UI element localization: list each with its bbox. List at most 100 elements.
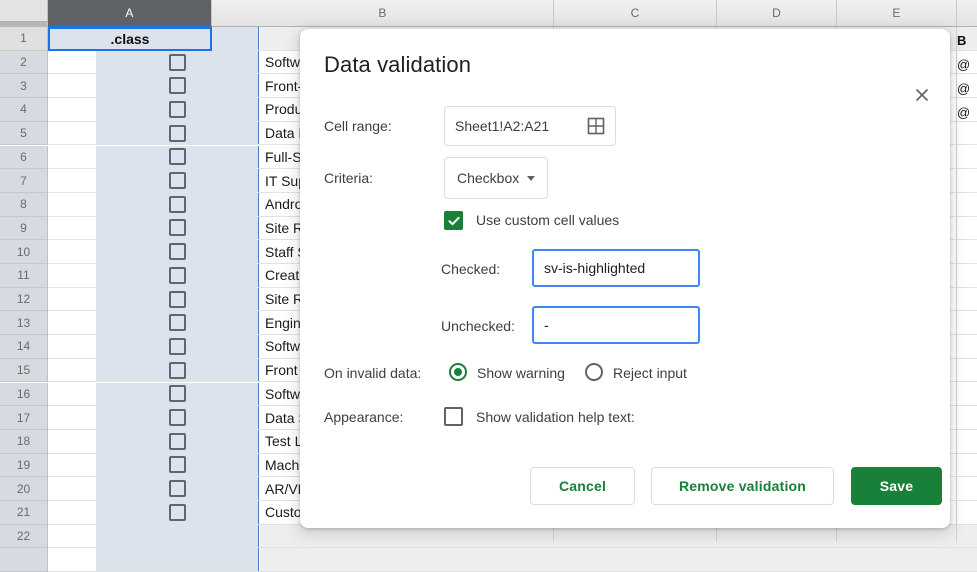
- row-header-19[interactable]: 19: [0, 454, 48, 478]
- column-header-d[interactable]: D: [717, 0, 837, 27]
- cell-a15[interactable]: [96, 359, 259, 382]
- checked-value-input[interactable]: sv-is-highlighted: [532, 249, 700, 287]
- cell-b23[interactable]: [260, 548, 977, 571]
- select-all-corner[interactable]: [0, 0, 48, 22]
- unchecked-checkbox-icon[interactable]: [169, 456, 186, 473]
- checked-value-text: sv-is-highlighted: [544, 260, 645, 276]
- cell-a7[interactable]: [96, 169, 259, 192]
- unchecked-checkbox-icon[interactable]: [169, 291, 186, 308]
- cancel-button[interactable]: Cancel: [530, 467, 635, 505]
- row-header-4[interactable]: 4: [0, 98, 48, 122]
- unchecked-checkbox-icon[interactable]: [169, 409, 186, 426]
- row-header-15[interactable]: 15: [0, 359, 48, 383]
- cell-a18[interactable]: [96, 430, 259, 453]
- cell-a8[interactable]: [96, 193, 259, 216]
- column-header-a[interactable]: A: [48, 0, 212, 27]
- cell-a23[interactable]: [96, 548, 259, 571]
- column-header-f[interactable]: [957, 0, 977, 27]
- cell-a1[interactable]: .class: [48, 27, 212, 51]
- cell-a2[interactable]: [96, 51, 259, 74]
- cell-a3[interactable]: [96, 74, 259, 97]
- row-header-7[interactable]: 7: [0, 169, 48, 193]
- close-icon[interactable]: [910, 83, 934, 107]
- sliver-cell: @: [957, 81, 977, 96]
- unchecked-checkbox-icon[interactable]: [169, 148, 186, 165]
- row-header-3[interactable]: 3: [0, 74, 48, 98]
- row-header-17[interactable]: 17: [0, 406, 48, 430]
- unchecked-checkbox-icon[interactable]: [169, 385, 186, 402]
- cell-a16[interactable]: [96, 383, 259, 406]
- column-header-c[interactable]: C: [554, 0, 717, 27]
- save-button[interactable]: Save: [851, 467, 942, 505]
- cell-a20[interactable]: [96, 477, 259, 500]
- unchecked-label: Unchecked:: [441, 318, 515, 334]
- cell-a17[interactable]: [96, 406, 259, 429]
- cell-a14[interactable]: [96, 335, 259, 358]
- cell-a13[interactable]: [96, 311, 259, 334]
- row-header-20[interactable]: 20: [0, 477, 48, 501]
- cell-a22[interactable]: [96, 525, 259, 548]
- unchecked-checkbox-icon[interactable]: [169, 362, 186, 379]
- cell-a10[interactable]: [96, 240, 259, 263]
- row-header-8[interactable]: 8: [0, 193, 48, 217]
- row-header-9[interactable]: 9: [0, 217, 48, 241]
- row-header-13[interactable]: 13: [0, 311, 48, 335]
- row-header-14[interactable]: 14: [0, 335, 48, 359]
- cancel-button-label: Cancel: [559, 478, 606, 494]
- cell-a21[interactable]: [96, 501, 259, 524]
- row-header-11[interactable]: 11: [0, 264, 48, 288]
- grid-picker-icon[interactable]: [587, 117, 605, 135]
- cell-a19[interactable]: [96, 454, 259, 477]
- row-header-18[interactable]: 18: [0, 430, 48, 454]
- unchecked-checkbox-icon[interactable]: [169, 480, 186, 497]
- row-header-12[interactable]: 12: [0, 288, 48, 312]
- row-header-23[interactable]: [0, 548, 48, 572]
- checkmark-icon: [447, 214, 461, 228]
- unchecked-checkbox-icon[interactable]: [169, 172, 186, 189]
- unchecked-checkbox-icon[interactable]: [169, 504, 186, 521]
- cell-a5[interactable]: [96, 122, 259, 145]
- row-header-10[interactable]: 10: [0, 240, 48, 264]
- criteria-value: Checkbox: [457, 170, 519, 186]
- row-header-1[interactable]: 1: [0, 27, 48, 51]
- unchecked-value-input[interactable]: -: [532, 306, 700, 344]
- cell-a6[interactable]: [96, 146, 259, 169]
- criteria-dropdown[interactable]: Checkbox: [444, 157, 548, 199]
- unchecked-checkbox-icon[interactable]: [169, 125, 186, 142]
- use-custom-cell-values-checkbox[interactable]: [444, 211, 463, 230]
- row-header-5[interactable]: 5: [0, 122, 48, 146]
- cell-range-input[interactable]: Sheet1!A2:A21: [444, 106, 616, 146]
- radio-show-warning[interactable]: [449, 363, 467, 381]
- radio-reject-input-label: Reject input: [613, 365, 687, 381]
- show-validation-help-text-label: Show validation help text:: [476, 409, 635, 425]
- unchecked-checkbox-icon[interactable]: [169, 433, 186, 450]
- show-validation-help-text-checkbox[interactable]: [444, 407, 463, 426]
- cell-a9[interactable]: [96, 217, 259, 240]
- row-header-2[interactable]: 2: [0, 51, 48, 75]
- row-header-label: 13: [17, 316, 30, 330]
- column-header-e[interactable]: E: [837, 0, 957, 27]
- table-row: [48, 548, 977, 572]
- cell-a11[interactable]: [96, 264, 259, 287]
- row-header-6[interactable]: 6: [0, 146, 48, 170]
- cell-a12[interactable]: [96, 288, 259, 311]
- unchecked-checkbox-icon[interactable]: [169, 243, 186, 260]
- radio-reject-input[interactable]: [585, 363, 603, 381]
- unchecked-checkbox-icon[interactable]: [169, 196, 186, 213]
- unchecked-checkbox-icon[interactable]: [169, 219, 186, 236]
- cell-b22[interactable]: [260, 525, 977, 548]
- unchecked-checkbox-icon[interactable]: [169, 54, 186, 71]
- criteria-label: Criteria:: [324, 170, 373, 186]
- row-header-21[interactable]: 21: [0, 501, 48, 525]
- column-header-b[interactable]: B: [212, 0, 554, 27]
- unchecked-checkbox-icon[interactable]: [169, 314, 186, 331]
- row-header-22[interactable]: 22: [0, 525, 48, 549]
- unchecked-checkbox-icon[interactable]: [169, 101, 186, 118]
- row-header-16[interactable]: 16: [0, 383, 48, 407]
- remove-validation-button[interactable]: Remove validation: [651, 467, 834, 505]
- unchecked-checkbox-icon[interactable]: [169, 267, 186, 284]
- data-validation-dialog: Data validation Cell range: Sheet1!A2:A2…: [300, 29, 950, 528]
- unchecked-checkbox-icon[interactable]: [169, 77, 186, 94]
- unchecked-checkbox-icon[interactable]: [169, 338, 186, 355]
- cell-a4[interactable]: [96, 98, 259, 121]
